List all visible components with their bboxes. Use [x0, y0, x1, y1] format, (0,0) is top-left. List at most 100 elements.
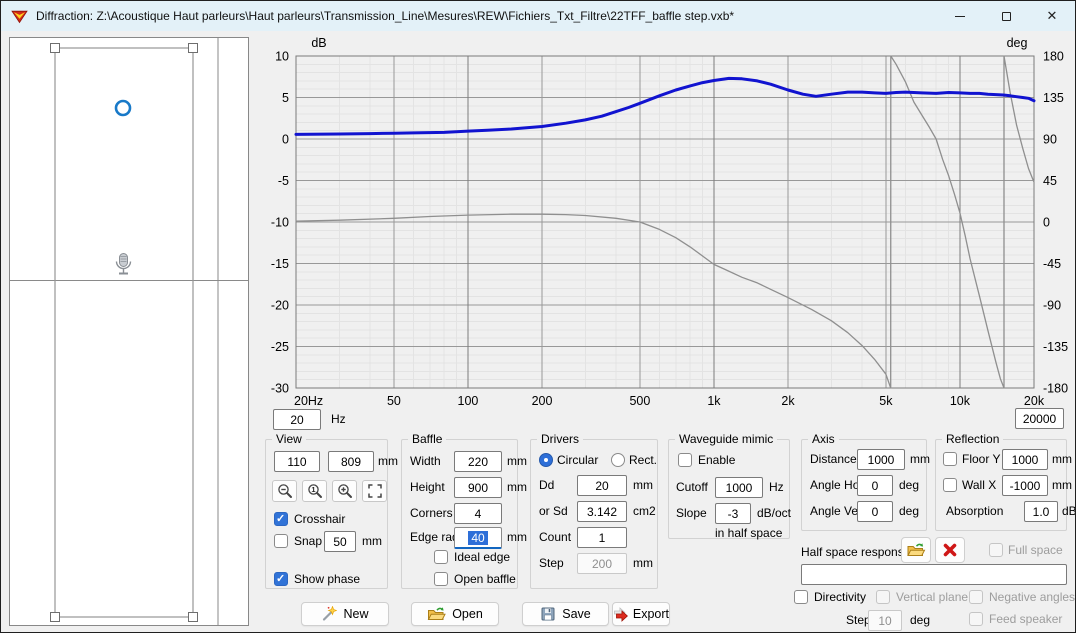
baffle-corners-input[interactable]: 4 [454, 503, 502, 524]
resize-handle-bottom-right[interactable] [189, 613, 198, 622]
snap-checkbox[interactable] [274, 534, 288, 548]
minimize-icon [955, 16, 965, 17]
zoom-reset-button[interactable]: 1 [302, 480, 327, 502]
close-button[interactable]: ✕ [1029, 1, 1075, 31]
export-button[interactable]: Export [612, 602, 670, 626]
ideal-edge-label: Ideal edge [454, 550, 510, 564]
x-tick-label: 20k [1024, 394, 1045, 408]
y-left-tick-label: -5 [278, 174, 289, 188]
count-input[interactable]: 1 [577, 527, 627, 548]
x-tick-label: 5k [879, 394, 893, 408]
half-space-response-label: Half space response [801, 545, 910, 559]
floppy-disk-icon [540, 606, 556, 622]
baffle-height-input[interactable]: 900 [454, 477, 502, 498]
x-tick-label: 50 [387, 394, 401, 408]
slope-label: Slope [676, 506, 707, 520]
left-axis-title: dB [311, 36, 326, 50]
baffle-width-label: Width [410, 454, 441, 468]
resize-handle-top-left[interactable] [51, 44, 60, 53]
freq-min-input[interactable]: 20 [273, 409, 321, 430]
load-half-space-button[interactable] [901, 537, 931, 563]
angle-ver-input[interactable]: 0 [857, 501, 893, 522]
negative-angles-checkbox [969, 590, 983, 604]
diffraction-window: Diffraction: Z:\Acoustique Haut parleurs… [0, 0, 1076, 633]
directivity-step-unit: deg [910, 613, 930, 627]
open-baffle-checkbox[interactable] [434, 572, 448, 586]
dd-input[interactable]: 20 [577, 475, 627, 496]
sd-input[interactable]: 3.142 [577, 501, 627, 522]
microphone-icon[interactable] [117, 254, 131, 274]
dd-label: Dd [539, 478, 554, 492]
driver-step-label: Step [539, 556, 564, 570]
absorption-label: Absorption [946, 504, 1003, 518]
y-left-tick-label: 10 [275, 50, 289, 64]
snap-input[interactable]: 50 [324, 531, 356, 552]
open-button[interactable]: Open [411, 602, 499, 626]
axis-group: Axis Distance 1000 mm Angle Hor 0 deg An… [801, 439, 927, 531]
resize-handle-top-right[interactable] [189, 44, 198, 53]
spl-curve [296, 78, 1034, 134]
minimize-button[interactable] [937, 1, 983, 31]
wall-x-unit: mm [1052, 478, 1072, 492]
wall-x-checkbox[interactable] [943, 478, 957, 492]
waveguide-enable-checkbox[interactable] [678, 453, 692, 467]
ideal-edge-checkbox[interactable] [434, 550, 448, 564]
distance-input[interactable]: 1000 [857, 449, 905, 470]
absorption-input[interactable]: 1.0 [1024, 501, 1058, 522]
baffle-group: Baffle Width 220 mm Height 900 mm Corner… [401, 439, 518, 589]
circular-radio[interactable] [539, 453, 553, 467]
baffle-canvas[interactable] [9, 37, 249, 626]
wall-x-input[interactable]: -1000 [1002, 475, 1048, 496]
clear-half-space-button[interactable] [935, 537, 965, 563]
negative-angles-label: Negative angles [989, 590, 1075, 604]
view-x-input[interactable]: 110 [274, 451, 320, 472]
zoom-in-icon [336, 483, 354, 499]
y-left-tick-label: 5 [282, 91, 289, 105]
open-folder-icon [906, 542, 926, 558]
baffle-width-input[interactable]: 220 [454, 451, 502, 472]
crosshair-checkbox[interactable] [274, 512, 288, 526]
freq-max-input[interactable]: 20000 [1015, 408, 1064, 429]
distance-unit: mm [910, 452, 930, 466]
zoom-one-icon: 1 [306, 483, 324, 499]
floor-y-input[interactable]: 1000 [1002, 449, 1048, 470]
drivers-group-title: Drivers [537, 432, 583, 446]
baffle-edge-radius-input[interactable]: 40 [454, 527, 502, 549]
directivity-label: Directivity [814, 590, 866, 604]
fit-view-button[interactable] [362, 480, 387, 502]
angle-ver-unit: deg [899, 504, 919, 518]
zoom-in-button[interactable] [332, 480, 357, 502]
x-tick-label: 100 [458, 394, 479, 408]
cutoff-label: Cutoff [676, 480, 708, 494]
baffle-outline[interactable] [55, 48, 193, 617]
angle-hor-input[interactable]: 0 [857, 475, 893, 496]
floor-y-checkbox[interactable] [943, 452, 957, 466]
resize-handle-bottom-left[interactable] [51, 613, 60, 622]
maximize-button[interactable] [983, 1, 1029, 31]
driver-circle[interactable] [116, 101, 130, 115]
baffle-height-label: Height [410, 480, 445, 494]
view-y-input[interactable]: 809 [328, 451, 374, 472]
export-arrow-icon [613, 606, 629, 622]
rect-radio[interactable] [611, 453, 625, 467]
driver-step-input: 200 [577, 553, 627, 574]
cutoff-input[interactable]: 1000 [715, 477, 763, 498]
right-axis-title: deg [1007, 36, 1028, 50]
show-phase-label: Show phase [294, 572, 360, 586]
half-space-path-input[interactable] [801, 564, 1067, 585]
zoom-out-button[interactable] [272, 480, 297, 502]
x-tick-label: 1k [707, 394, 721, 408]
freq-min-unit: Hz [331, 412, 346, 426]
svg-text:1: 1 [311, 485, 315, 494]
reflection-group: Reflection Floor Y 1000 mm Wall X -1000 … [935, 439, 1067, 531]
driver-step-unit: mm [633, 556, 653, 570]
baffle-edge-radius-unit: mm [507, 530, 527, 544]
directivity-checkbox[interactable] [794, 590, 808, 604]
crosshair-label: Crosshair [294, 512, 345, 526]
window-title: Diffraction: Z:\Acoustique Haut parleurs… [36, 9, 734, 23]
new-button[interactable]: New [301, 602, 389, 626]
slope-input[interactable]: -3 [715, 503, 751, 524]
show-phase-checkbox[interactable] [274, 572, 288, 586]
save-button[interactable]: Save [522, 602, 609, 626]
drivers-group: Drivers Circular Rect. Dd 20 mm or Sd 3.… [530, 439, 658, 589]
